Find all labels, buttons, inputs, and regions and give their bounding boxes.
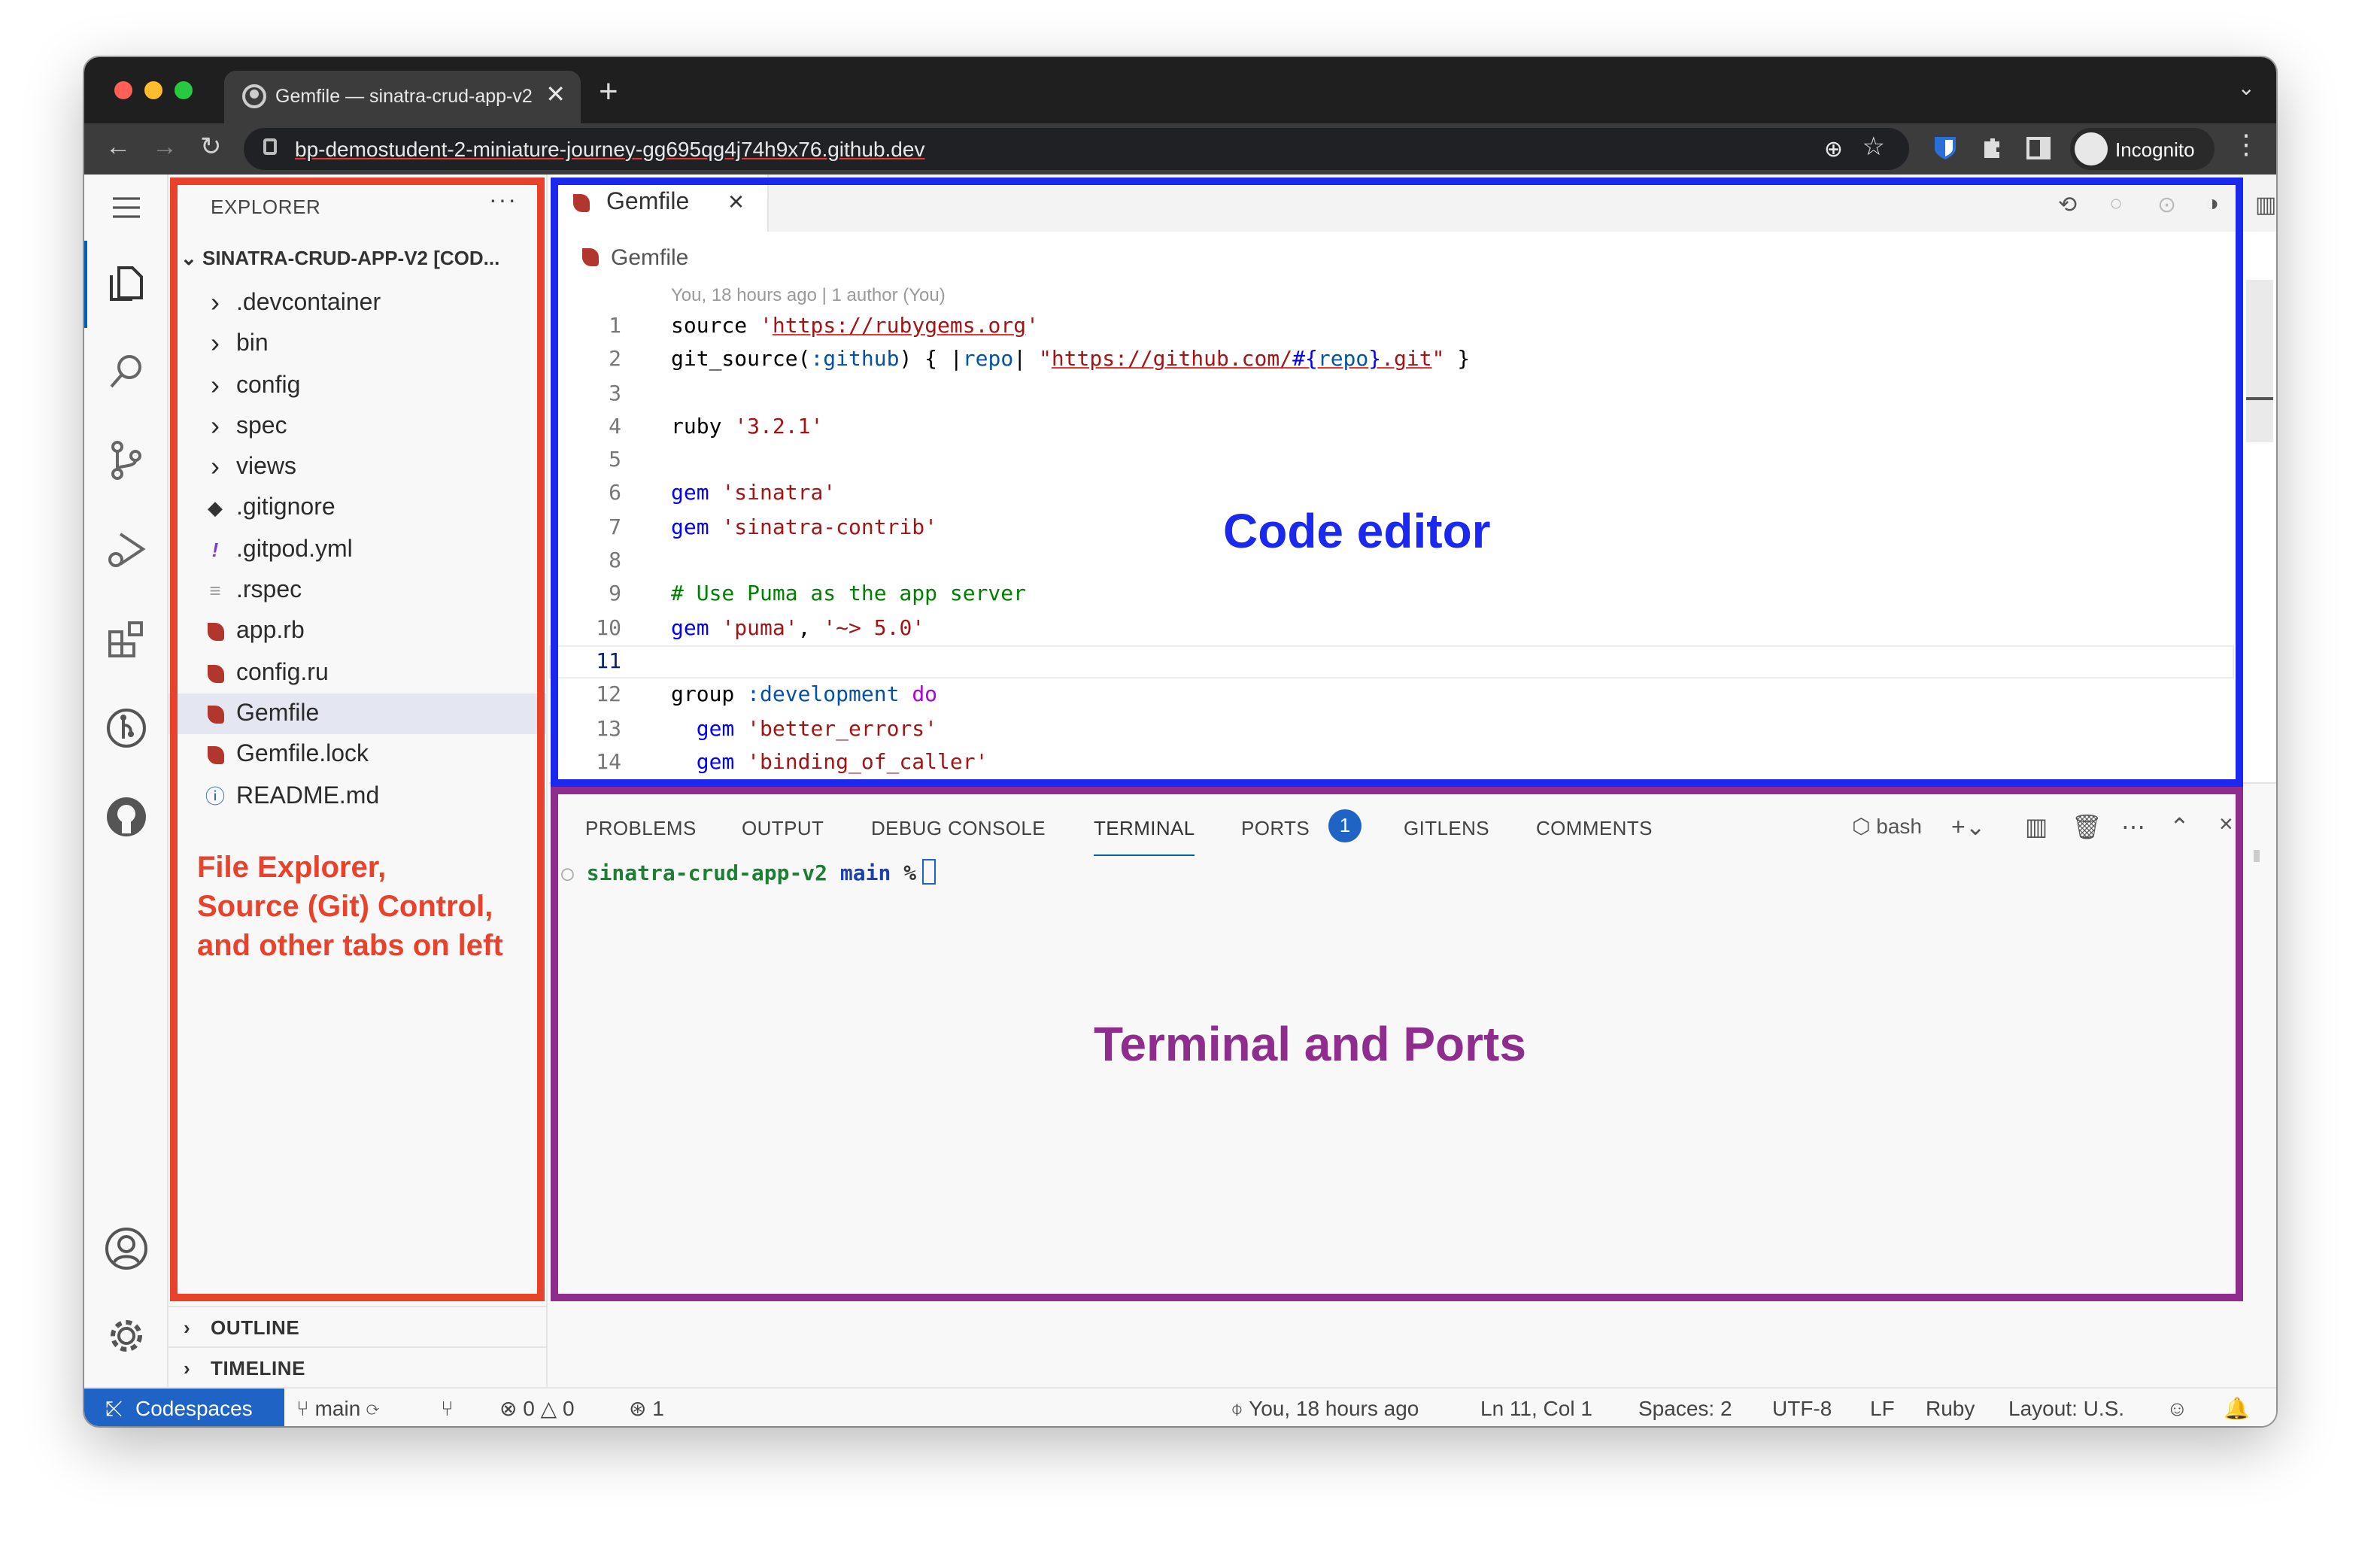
warning-count: 0: [562, 1396, 575, 1420]
github-favicon-icon: [242, 84, 266, 108]
incognito-icon: [2075, 132, 2108, 165]
tab-search-icon[interactable]: ⌄: [2238, 75, 2255, 101]
outline-label: OUTLINE: [211, 1316, 300, 1339]
scrollbar-marker: [2246, 397, 2273, 400]
remote-label: Codespaces: [135, 1396, 253, 1420]
bitwarden-extension-icon[interactable]: [1933, 135, 1957, 161]
settings-gear-icon[interactable]: [104, 1313, 149, 1358]
timeline-section[interactable]: › TIMELINE: [168, 1346, 548, 1387]
remote-indicator[interactable]: ⤪ Codespaces: [84, 1389, 284, 1426]
forward-icon[interactable]: →: [152, 132, 178, 162]
feedback-icon[interactable]: ☺: [2166, 1396, 2188, 1420]
editor-annotation-box: [551, 178, 2243, 787]
browser-tab-strip: Gemfile — sinatra-crud-app-v2 ✕ + ⌄: [84, 57, 2276, 123]
github-icon[interactable]: [104, 794, 149, 839]
activity-bar: [84, 175, 168, 1387]
cursor-position[interactable]: Ln 11, Col 1: [1480, 1396, 1592, 1420]
terminal-scrollbar[interactable]: [2254, 850, 2260, 862]
explorer-icon[interactable]: [104, 260, 149, 305]
extensions-icon[interactable]: [104, 617, 149, 662]
eol-status[interactable]: LF: [1870, 1396, 1895, 1420]
blame-status[interactable]: ⌽ You, 18 hours ago: [1231, 1396, 1419, 1422]
encoding-status[interactable]: UTF-8: [1772, 1396, 1832, 1420]
chevron-right-icon: ›: [184, 1357, 191, 1380]
sync-icon: ⟳: [360, 1396, 379, 1420]
browser-tab[interactable]: Gemfile — sinatra-crud-app-v2 ✕: [224, 71, 581, 123]
problems-status[interactable]: ⊗ 0 △ 0: [499, 1396, 575, 1422]
active-indicator: [84, 241, 87, 328]
chevron-right-icon: ›: [184, 1316, 191, 1339]
split-editor-icon[interactable]: ▥: [2255, 191, 2276, 218]
close-tab-icon[interactable]: ✕: [545, 80, 566, 110]
minimize-window-button[interactable]: [144, 81, 162, 99]
error-count: 0: [523, 1396, 535, 1420]
language-mode[interactable]: Ruby: [1926, 1396, 1975, 1420]
editor-scrollbar[interactable]: [2246, 280, 2273, 442]
branch-status[interactable]: ⑂ main ⟳: [296, 1396, 379, 1420]
gitlens-graph-icon[interactable]: ⑂: [441, 1396, 454, 1420]
outline-section[interactable]: › OUTLINE: [168, 1306, 548, 1346]
close-window-button[interactable]: [114, 81, 132, 99]
bookmark-star-icon[interactable]: ☆: [1862, 132, 1886, 162]
browser-toolbar: ← → ↻ bp-demostudent-2-miniature-journey…: [84, 123, 2276, 175]
timeline-label: TIMELINE: [211, 1357, 306, 1380]
incognito-profile-button[interactable]: Incognito: [2070, 128, 2215, 170]
keyboard-layout[interactable]: Layout: U.S.: [2008, 1396, 2124, 1420]
indentation-status[interactable]: Spaces: 2: [1638, 1396, 1732, 1420]
commit-icon: ⌽: [1231, 1396, 1249, 1420]
broadcast-icon: ⊛: [629, 1396, 653, 1420]
zoom-icon[interactable]: ⊕: [1824, 135, 1843, 162]
gitlens-icon[interactable]: [104, 706, 149, 751]
explorer-annotation-box: [170, 178, 545, 1301]
panel-annotation-label: Terminal and Ports: [1094, 1017, 1526, 1071]
accounts-icon[interactable]: [104, 1226, 149, 1271]
extensions-puzzle-icon[interactable]: [1980, 135, 2004, 161]
reload-icon[interactable]: ↻: [200, 132, 222, 162]
remote-icon: ⤪: [105, 1396, 123, 1420]
run-debug-icon[interactable]: [104, 527, 149, 572]
new-tab-button[interactable]: +: [599, 72, 618, 111]
incognito-label: Incognito: [2115, 138, 2195, 161]
ports-count: 1: [652, 1396, 664, 1420]
browser-tab-title: Gemfile — sinatra-crud-app-v2: [275, 86, 533, 107]
url-text: bp-demostudent-2-miniature-journey-gg695…: [295, 137, 925, 161]
maximize-window-button[interactable]: [175, 81, 193, 99]
error-icon: ⊗: [499, 1396, 524, 1420]
lock-icon: [263, 138, 277, 155]
warning-icon: △: [534, 1396, 563, 1420]
blame-label: You, 18 hours ago: [1249, 1396, 1419, 1420]
notifications-bell-icon[interactable]: 🔔: [2224, 1396, 2250, 1422]
menu-icon[interactable]: [104, 185, 149, 230]
search-icon[interactable]: [104, 349, 149, 394]
branch-label: main: [314, 1396, 361, 1420]
side-panel-icon[interactable]: [2026, 135, 2051, 161]
address-bar[interactable]: bp-demostudent-2-miniature-journey-gg695…: [244, 128, 1909, 170]
ports-status[interactable]: ⊛ 1: [629, 1396, 664, 1422]
back-icon[interactable]: ←: [105, 132, 131, 162]
browser-menu-icon[interactable]: ⋮: [2233, 129, 2260, 161]
branch-icon: ⑂: [296, 1396, 315, 1420]
editor-annotation-label: Code editor: [1223, 504, 1491, 558]
status-bar: ⤪ Codespaces ⑂ main ⟳ ⑂ ⊗ 0 △ 0 ⊛ 1 ⌽ Yo…: [84, 1387, 2276, 1426]
explorer-annotation-label: File Explorer, Source (Git) Control, and…: [197, 851, 503, 963]
source-control-icon[interactable]: [104, 438, 149, 483]
